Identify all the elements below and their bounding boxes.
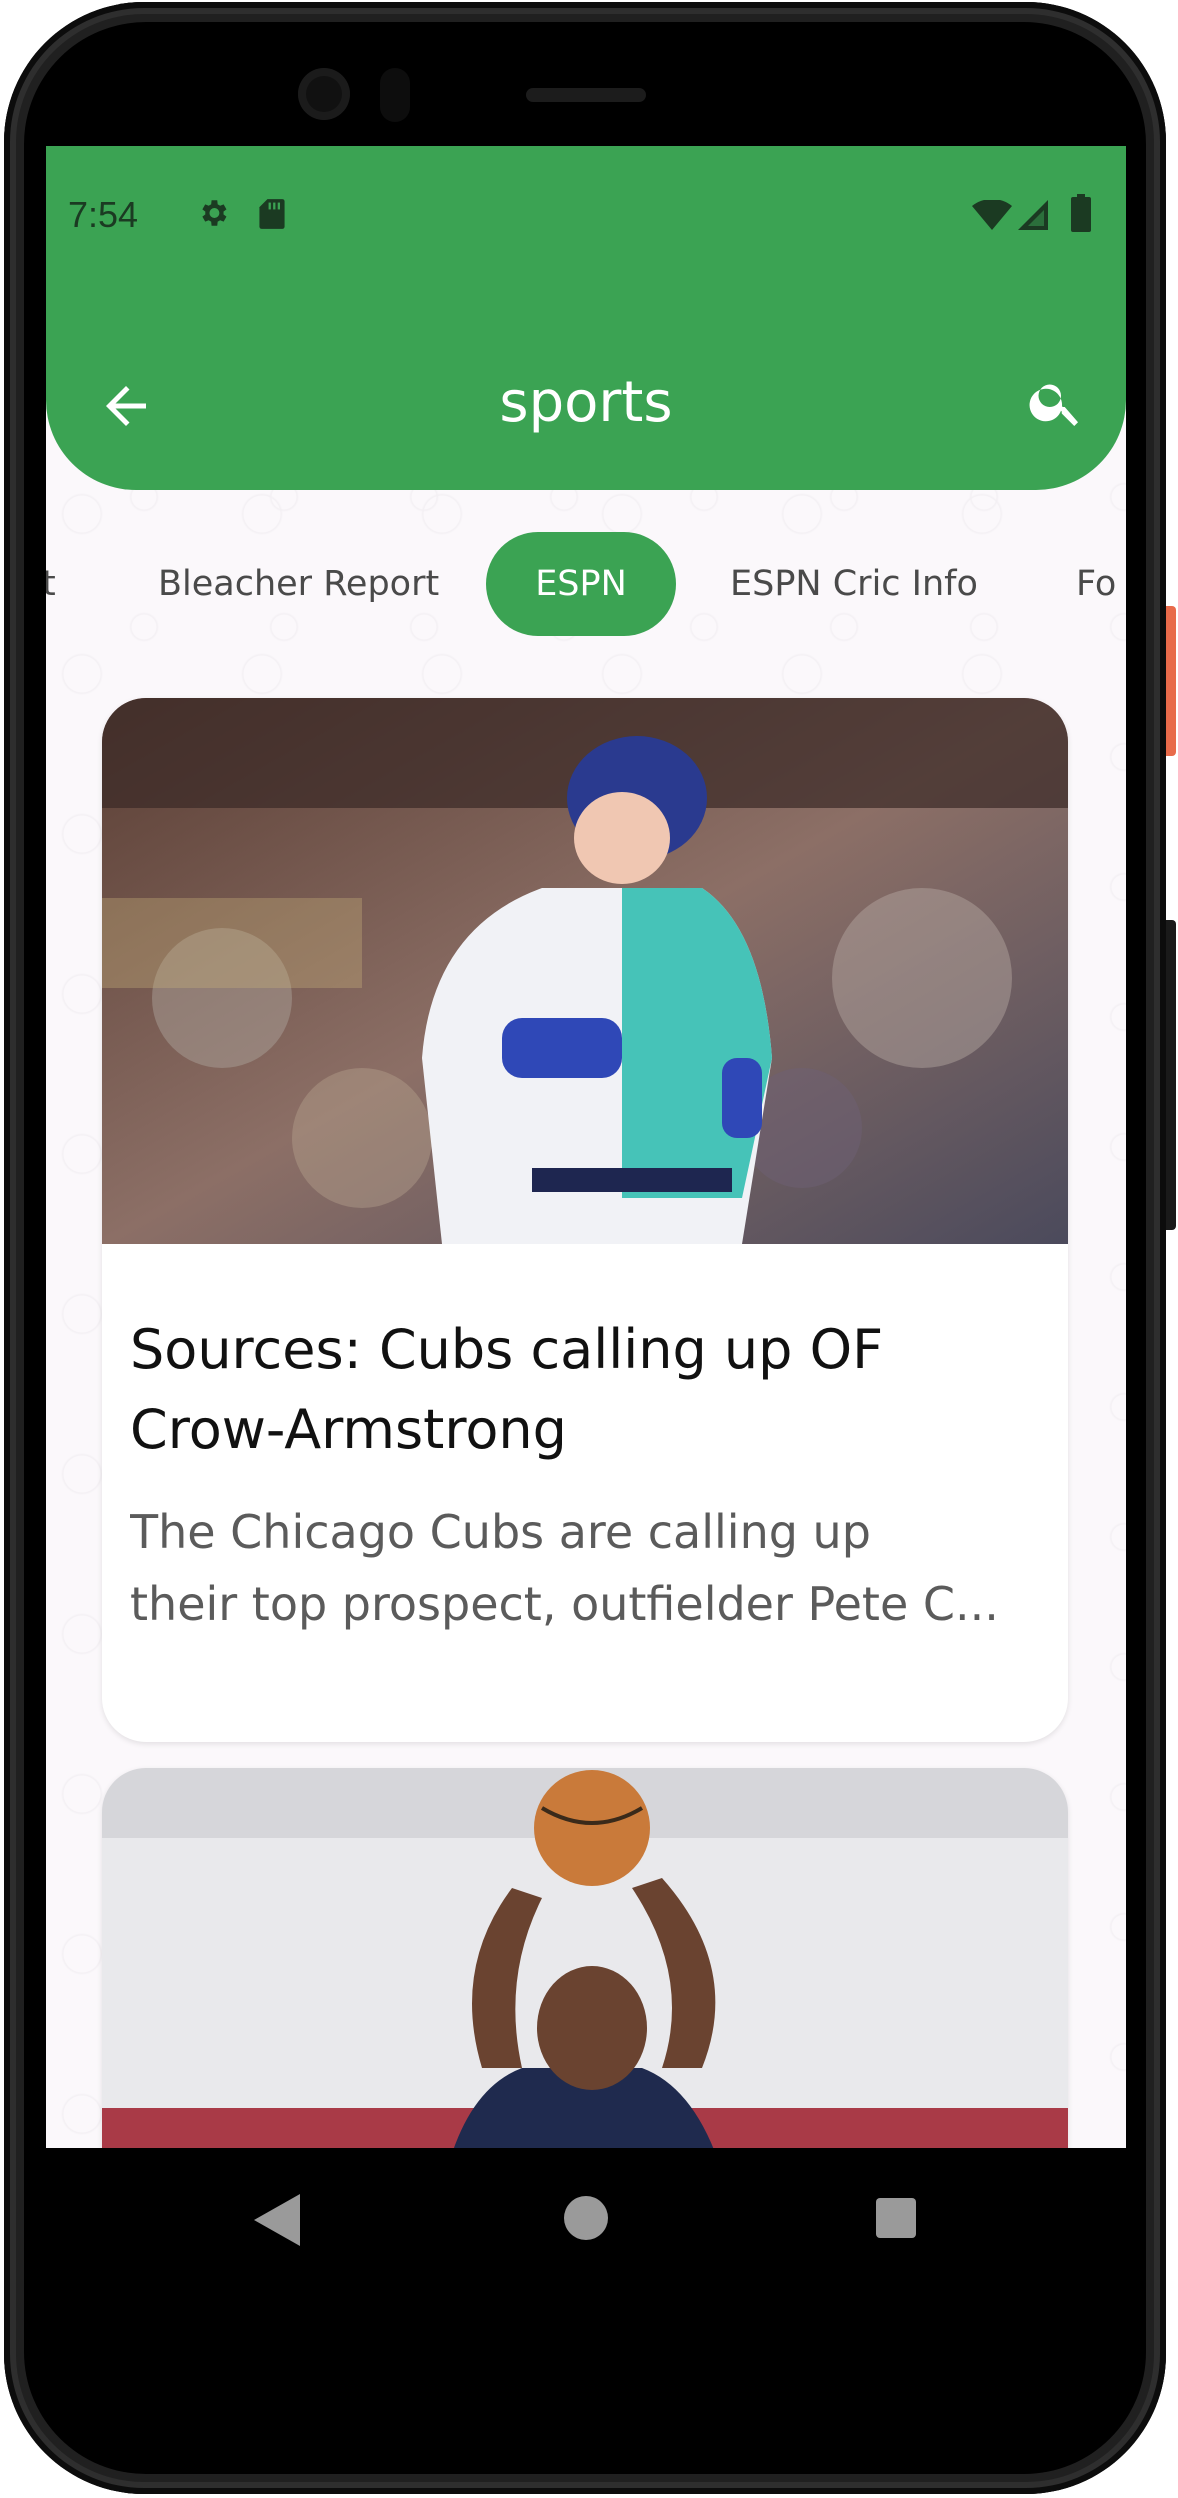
- proximity-sensor: [380, 68, 410, 122]
- app-bar: 7:54 sports: [46, 146, 1126, 490]
- earpiece-speaker: [526, 88, 646, 102]
- signal-icon: [1018, 200, 1048, 230]
- volume-button: [1166, 920, 1176, 1230]
- source-tabs: t Bleacher Report ESPN ESPN Cric Info Fo: [46, 532, 1126, 636]
- sd-card-icon: [259, 199, 285, 229]
- power-button: [1166, 606, 1176, 756]
- status-bar: 7:54: [68, 194, 1106, 235]
- system-nav-bar: [46, 2148, 1126, 2294]
- tab-bleacher-report[interactable]: Bleacher Report: [158, 532, 439, 636]
- front-camera: [298, 68, 350, 120]
- status-time: 7:54: [68, 194, 139, 235]
- article-image: [102, 698, 1068, 1244]
- tab-next[interactable]: Fo: [1076, 532, 1116, 636]
- search-icon[interactable]: [1026, 372, 1086, 432]
- article-description-line-1: The Chicago Cubs are calling up: [130, 1505, 871, 1559]
- tab-espn[interactable]: ESPN: [486, 532, 676, 636]
- gear-icon: [202, 200, 227, 226]
- article-description: The Chicago Cubs are calling up their to…: [130, 1496, 1040, 1640]
- phone-frame: 7:54 sports t Bleacher Report ESPN ESPN …: [0, 0, 1178, 2498]
- battery-icon: [1071, 194, 1091, 232]
- tab-previous[interactable]: t: [46, 532, 56, 636]
- tab-espn-cric-info[interactable]: ESPN Cric Info: [730, 532, 978, 636]
- article-description-line-2: their top prospect, outfielder Pete C...: [130, 1577, 999, 1631]
- nav-back-icon[interactable]: [254, 2194, 300, 2246]
- article-title: Sources: Cubs calling up OF Crow-Armstro…: [130, 1318, 884, 1461]
- page-title: sports: [499, 370, 673, 435]
- nav-home-icon[interactable]: [564, 2196, 608, 2240]
- wifi-icon: [972, 200, 1012, 230]
- app-screen: 7:54 sports t Bleacher Report ESPN ESPN …: [46, 146, 1126, 2294]
- nav-recents-icon[interactable]: [876, 2198, 916, 2238]
- article-card[interactable]: Sources: Cubs calling up OF Crow-Armstro…: [102, 698, 1068, 1742]
